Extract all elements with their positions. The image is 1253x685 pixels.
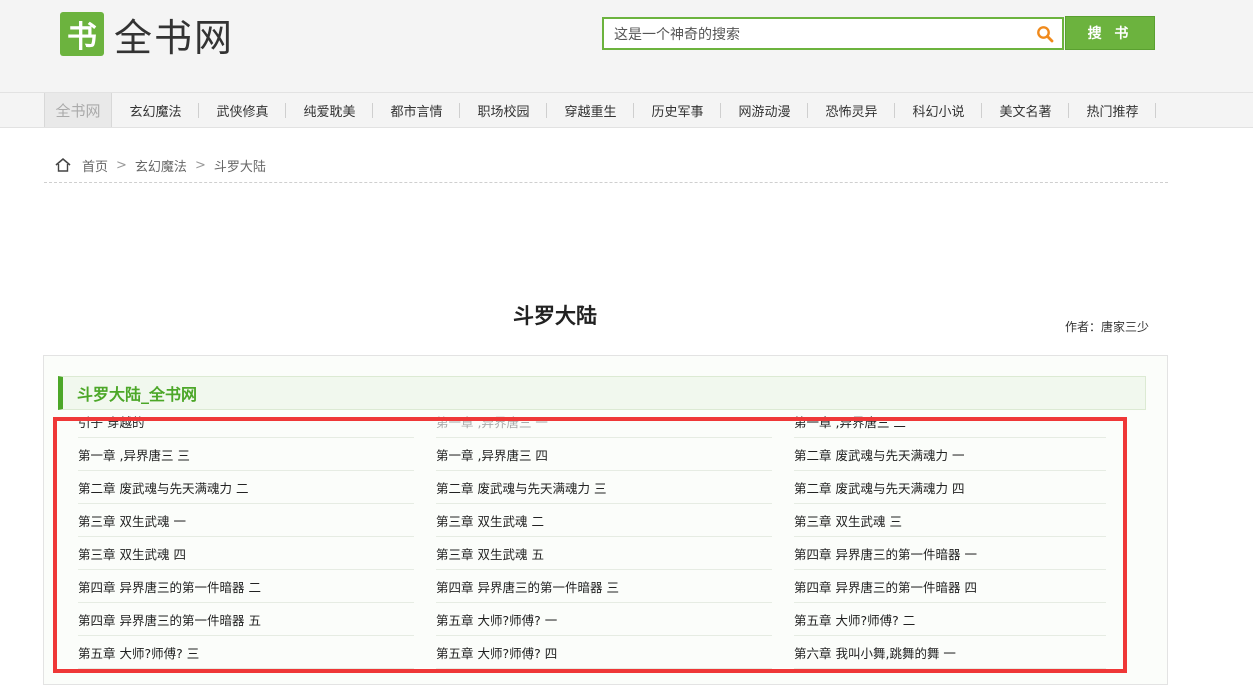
nav-items: 玄幻魔法 武侠修真 纯爱耽美 都市言情 职场校园 穿越重生 历史军事 网游动漫 恐怖灵异 科幻小说… — [112, 93, 1156, 127]
chapter-link[interactable]: 第四章 异界唐三的第一件暗器 五 — [78, 603, 414, 636]
chapter-panel-heading: 斗罗大陆_全书网 — [58, 376, 1146, 410]
search-icon[interactable] — [1036, 25, 1054, 43]
logo-book-icon: 书 — [60, 12, 104, 56]
chapter-link[interactable]: 第三章 双生武魂 三 — [794, 504, 1106, 537]
chapter-link[interactable]: 第四章 异界唐三的第一件暗器 二 — [78, 570, 414, 603]
chapter-link[interactable]: 第五章 大师?师傅? 四 — [436, 636, 772, 669]
chapter-link[interactable]: 第一章 ,异界唐三 二 — [794, 416, 1106, 438]
nav-item[interactable]: 恐怖灵异 — [808, 93, 895, 127]
nav-item[interactable]: 穿越重生 — [547, 93, 634, 127]
breadcrumb: 首页 > 玄幻魔法 > 斗罗大陆 — [44, 148, 1168, 183]
site-logo[interactable]: 书 全书网 — [60, 12, 234, 60]
nav-item[interactable]: 历史军事 — [634, 93, 721, 127]
chapter-link[interactable]: 第五章 大师?师傅? 二 — [794, 603, 1106, 636]
nav-item[interactable]: 网游动漫 — [721, 93, 808, 127]
chapter-link[interactable]: 第二章 废武魂与先天满魂力 四 — [794, 471, 1106, 504]
nav-item[interactable]: 玄幻魔法 — [112, 93, 199, 127]
chapter-link[interactable]: 第三章 双生武魂 一 — [78, 504, 414, 537]
header: 书 全书网 搜 书 — [0, 0, 1253, 92]
chapter-list-area: 引子 穿越的 第一章 ,异界唐三 一第一章 ,异界唐三 二第一章 ,异界唐三 三第… — [78, 416, 1128, 684]
nav-item[interactable]: 热门推荐 — [1069, 93, 1156, 127]
chapter-link[interactable]: 第五章 大师?师傅? 三 — [78, 636, 414, 669]
chapter-link[interactable]: 第六章 我叫小舞,跳舞的舞 一 — [794, 636, 1106, 669]
chapter-panel: 斗罗大陆_全书网 引子 穿越的 第一章 ,异界唐三 一第一章 ,异界唐三 二第一章… — [43, 355, 1168, 685]
chapter-link[interactable]: 第一章 ,异界唐三 四 — [436, 438, 772, 471]
breadcrumb-category[interactable]: 玄幻魔法 — [135, 156, 187, 175]
chapter-link[interactable]: 第二章 废武魂与先天满魂力 三 — [436, 471, 772, 504]
breadcrumb-separator: > — [194, 157, 206, 173]
book-title: 斗罗大陆 — [513, 303, 597, 328]
chapter-link[interactable]: 第四章 异界唐三的第一件暗器 四 — [794, 570, 1106, 603]
chapter-link[interactable]: 第四章 异界唐三的第一件暗器 三 — [436, 570, 772, 603]
search-input[interactable] — [612, 19, 1036, 50]
breadcrumb-home[interactable]: 首页 — [82, 156, 108, 175]
logo-text: 全书网 — [114, 15, 235, 60]
home-icon[interactable] — [54, 156, 72, 174]
nav-item[interactable]: 武侠修真 — [199, 93, 286, 127]
search-button[interactable]: 搜 书 — [1065, 16, 1155, 50]
nav-item[interactable]: 职场校园 — [460, 93, 547, 127]
chapter-list: 引子 穿越的 第一章 ,异界唐三 一第一章 ,异界唐三 二第一章 ,异界唐三 三第… — [78, 416, 1128, 669]
book-author: 作者：唐家三少 — [1064, 320, 1149, 334]
chapter-link[interactable]: 第三章 双生武魂 五 — [436, 537, 772, 570]
chapter-link[interactable]: 第四章 异界唐三的第一件暗器 一 — [794, 537, 1106, 570]
search-box — [602, 17, 1064, 50]
nav-item[interactable]: 美文名著 — [982, 93, 1069, 127]
nav-home[interactable]: 全书网 — [44, 93, 112, 127]
chapter-link[interactable]: 第三章 双生武魂 二 — [436, 504, 772, 537]
chapter-link[interactable]: 第三章 双生武魂 四 — [78, 537, 414, 570]
nav-item[interactable]: 科幻小说 — [895, 93, 982, 127]
chapter-link[interactable]: 第一章 ,异界唐三 三 — [78, 438, 414, 471]
chapter-link[interactable]: 第五章 大师?师傅? 一 — [436, 603, 772, 636]
category-nav: 全书网 玄幻魔法 武侠修真 纯爱耽美 都市言情 职场校园 穿越重生 历史军事 网游动漫 恐怖灵异… — [0, 92, 1253, 128]
breadcrumb-book[interactable]: 斗罗大陆 — [214, 156, 266, 175]
chapter-link[interactable]: 第一章 ,异界唐三 一 — [436, 416, 772, 438]
chapter-link[interactable]: 引子 穿越的 — [78, 416, 414, 438]
breadcrumb-separator: > — [116, 157, 127, 173]
nav-item[interactable]: 都市言情 — [373, 93, 460, 127]
nav-item[interactable]: 纯爱耽美 — [286, 93, 373, 127]
chapter-link[interactable]: 第二章 废武魂与先天满魂力 二 — [78, 471, 414, 504]
chapter-link[interactable]: 第二章 废武魂与先天满魂力 一 — [794, 438, 1106, 471]
